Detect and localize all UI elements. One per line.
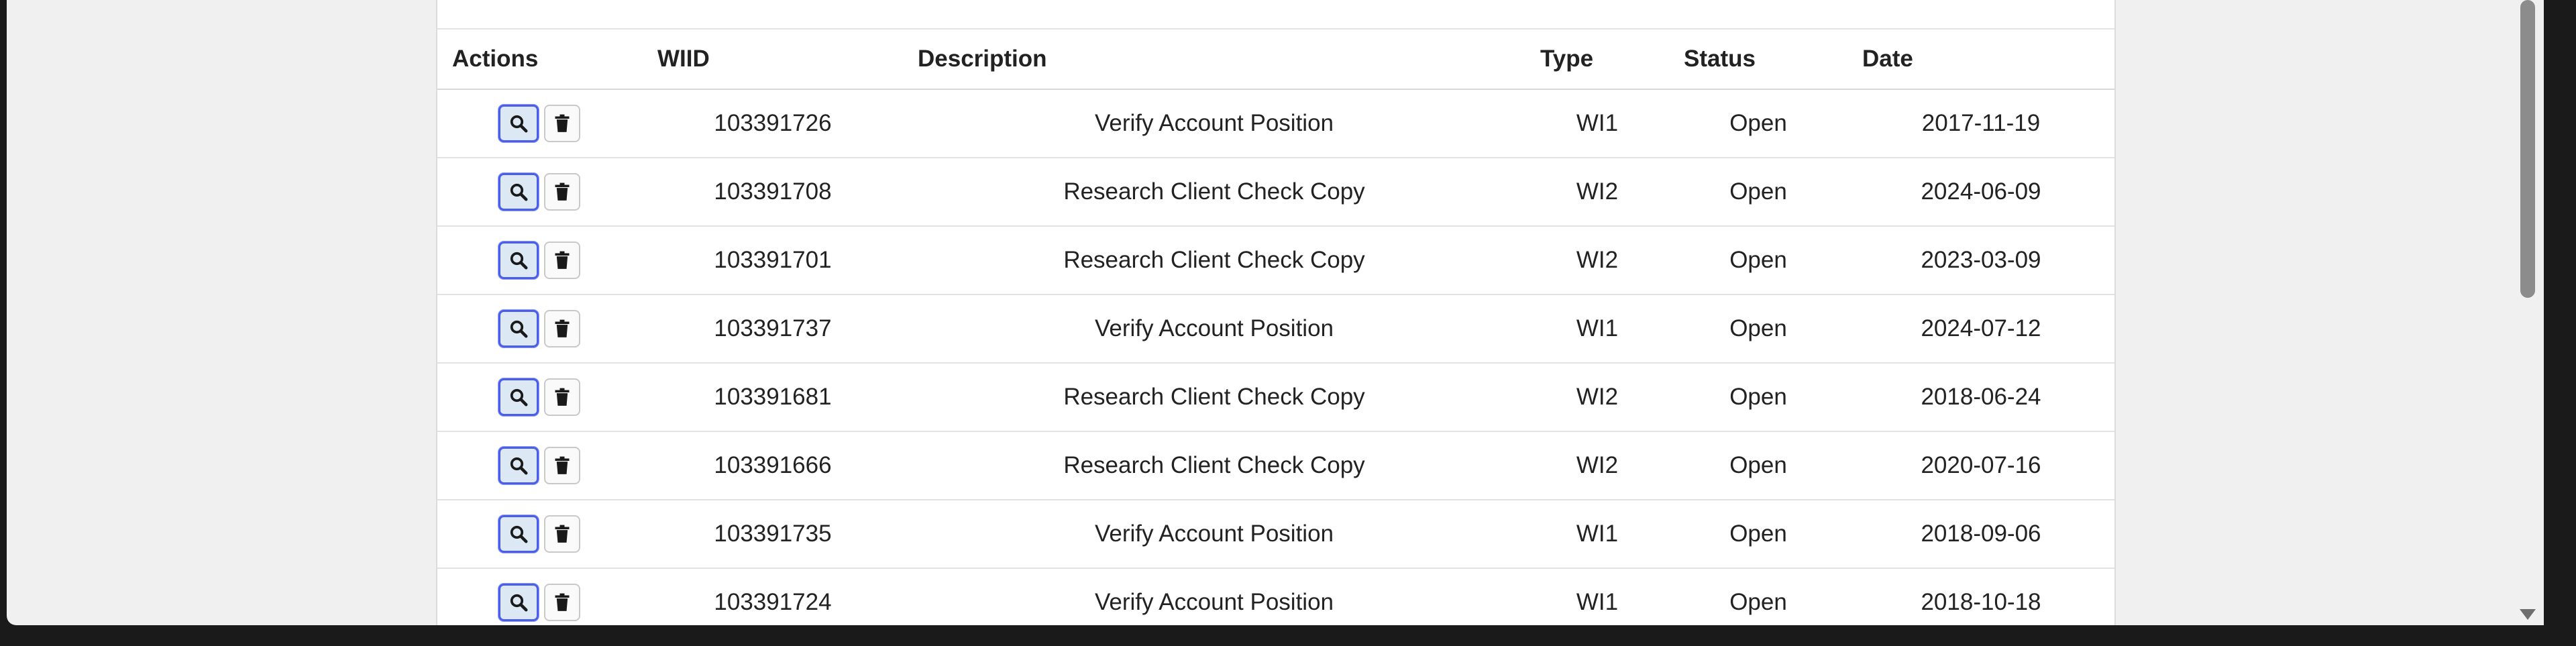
type-cell: WI2 [1525,226,1669,295]
vertical-scrollbar[interactable] [2512,0,2544,625]
actions-cell [437,568,643,625]
description-cell: Verify Account Position [903,89,1525,158]
table-row: 103391701 Research Client Check Copy WI2 Op… [437,226,2114,295]
view-button[interactable] [498,378,539,416]
view-button[interactable] [498,515,539,553]
actions-cell [437,89,643,158]
table-row: 103391681 Research Client Check Copy WI2 Op… [437,363,2114,432]
wiid-cell: 103391724 [643,568,903,625]
status-cell: Open [1669,158,1847,227]
header-description[interactable]: Description [903,30,1525,90]
view-button[interactable] [498,173,539,211]
date-cell: 2017-11-19 [1847,89,2114,158]
date-cell: 2018-06-24 [1847,363,2114,432]
table-row: 103391666 Research Client Check Copy WI2 Op… [437,431,2114,500]
header-wiid[interactable]: WIID [643,30,903,90]
actions-cell [437,500,643,569]
date-cell: 2020-07-16 [1847,431,2114,500]
view-button[interactable] [498,584,539,621]
work-items-panel: Actions WIID Description Type Status Dat… [436,0,2116,625]
type-cell: WI1 [1525,568,1669,625]
description-cell: Research Client Check Copy [903,363,1525,432]
work-items-table: Actions WIID Description Type Status Dat… [437,30,2114,625]
table-header-row: Actions WIID Description Type Status Dat… [437,30,2114,90]
delete-button[interactable] [544,105,580,142]
scroll-down-arrow-icon[interactable] [2520,609,2536,620]
wiid-cell: 103391701 [643,226,903,295]
table-row: 103391724 Verify Account Position WI1 Open 2… [437,568,2114,625]
view-button[interactable] [498,105,539,142]
type-cell: WI1 [1525,89,1669,158]
table-row: 103391737 Verify Account Position WI1 Open 2… [437,294,2114,364]
description-cell: Verify Account Position [903,500,1525,569]
header-date[interactable]: Date [1847,30,2114,90]
wiid-cell: 103391666 [643,431,903,500]
actions-cell [437,158,643,227]
header-actions[interactable]: Actions [437,30,643,90]
actions-cell [437,226,643,295]
table-row: 103391708 Research Client Check Copy WI2 Op… [437,158,2114,227]
delete-button[interactable] [544,378,580,416]
delete-button[interactable] [544,515,580,553]
page-content: Actions WIID Description Type Status Dat… [7,0,2544,625]
description-cell: Research Client Check Copy [903,431,1525,500]
status-cell: Open [1669,226,1847,295]
date-cell: 2024-06-09 [1847,158,2114,227]
description-cell: Research Client Check Copy [903,226,1525,295]
status-cell: Open [1669,568,1847,625]
type-cell: WI2 [1525,431,1669,500]
status-cell: Open [1669,294,1847,364]
type-cell: WI2 [1525,363,1669,432]
panel-top-strip [437,0,2114,30]
scrollbar-thumb[interactable] [2520,0,2535,298]
description-cell: Verify Account Position [903,294,1525,364]
delete-button[interactable] [544,310,580,347]
view-button[interactable] [498,241,539,279]
wiid-cell: 103391737 [643,294,903,364]
header-status[interactable]: Status [1669,30,1847,90]
table-body: 103391726 Verify Account Position WI1 Open 2… [437,89,2114,625]
wiid-cell: 103391708 [643,158,903,227]
type-cell: WI1 [1525,500,1669,569]
date-cell: 2018-09-06 [1847,500,2114,569]
status-cell: Open [1669,431,1847,500]
actions-cell [437,294,643,364]
date-cell: 2023-03-09 [1847,226,2114,295]
status-cell: Open [1669,363,1847,432]
view-button[interactable] [498,447,539,484]
type-cell: WI2 [1525,158,1669,227]
delete-button[interactable] [544,173,580,211]
browser-viewport: Actions WIID Description Type Status Dat… [0,0,2576,646]
date-cell: 2018-10-18 [1847,568,2114,625]
table-row: 103391726 Verify Account Position WI1 Open 2… [437,89,2114,158]
delete-button[interactable] [544,447,580,484]
status-cell: Open [1669,89,1847,158]
wiid-cell: 103391735 [643,500,903,569]
delete-button[interactable] [544,584,580,621]
wiid-cell: 103391726 [643,89,903,158]
actions-cell [437,431,643,500]
description-cell: Research Client Check Copy [903,158,1525,227]
delete-button[interactable] [544,241,580,279]
date-cell: 2024-07-12 [1847,294,2114,364]
actions-cell [437,363,643,432]
wiid-cell: 103391681 [643,363,903,432]
description-cell: Verify Account Position [903,568,1525,625]
status-cell: Open [1669,500,1847,569]
type-cell: WI1 [1525,294,1669,364]
header-type[interactable]: Type [1525,30,1669,90]
table-row: 103391735 Verify Account Position WI1 Open 2… [437,500,2114,569]
view-button[interactable] [498,310,539,347]
